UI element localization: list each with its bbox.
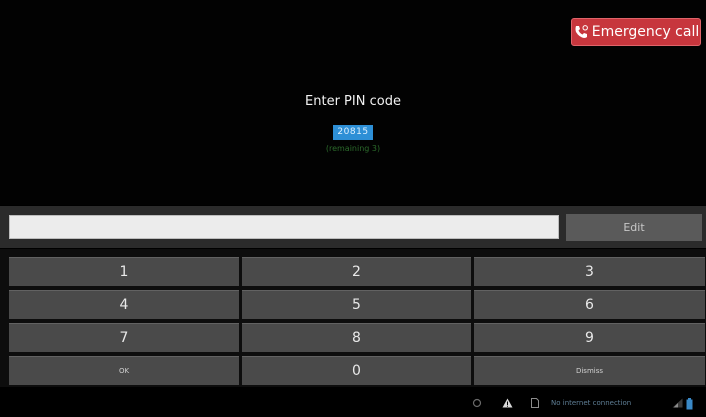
sd-card-icon [531, 398, 539, 408]
emergency-call-button[interactable]: Emergency call [571, 18, 701, 46]
key-8[interactable]: 8 [242, 323, 471, 352]
battery-icon [686, 398, 693, 410]
key-9[interactable]: 9 [474, 323, 705, 352]
pin-input[interactable] [9, 215, 559, 239]
key-0[interactable]: 0 [242, 356, 471, 385]
key-2[interactable]: 2 [242, 257, 471, 286]
key-6[interactable]: 6 [474, 290, 705, 319]
key-dismiss[interactable]: Dismiss [474, 356, 705, 385]
pin-entry-row: Edit [0, 206, 706, 248]
status-bar: No internet connection [0, 388, 706, 417]
warning-icon [502, 398, 513, 408]
key-5[interactable]: 5 [242, 290, 471, 319]
pin-code-value: 20815 [333, 125, 373, 140]
key-1[interactable]: 1 [9, 257, 239, 286]
network-status-text: No internet connection [551, 399, 632, 407]
remaining-attempts: (remaining 3) [325, 144, 381, 153]
edit-button[interactable]: Edit [566, 214, 702, 241]
signal-icon [672, 398, 683, 408]
circle-icon [472, 398, 482, 408]
key-4[interactable]: 4 [9, 290, 239, 319]
phone-icon [575, 25, 588, 38]
emergency-call-label: Emergency call [591, 24, 700, 40]
pin-prompt-title: Enter PIN code [305, 94, 401, 109]
numeric-keypad: 1 2 3 4 5 6 7 8 9 OK 0 Dismiss [0, 249, 706, 387]
key-7[interactable]: 7 [9, 323, 239, 352]
key-ok[interactable]: OK [9, 356, 239, 385]
key-3[interactable]: 3 [474, 257, 705, 286]
lock-screen-header: Emergency call Enter PIN code 20815 (rem… [0, 0, 706, 205]
